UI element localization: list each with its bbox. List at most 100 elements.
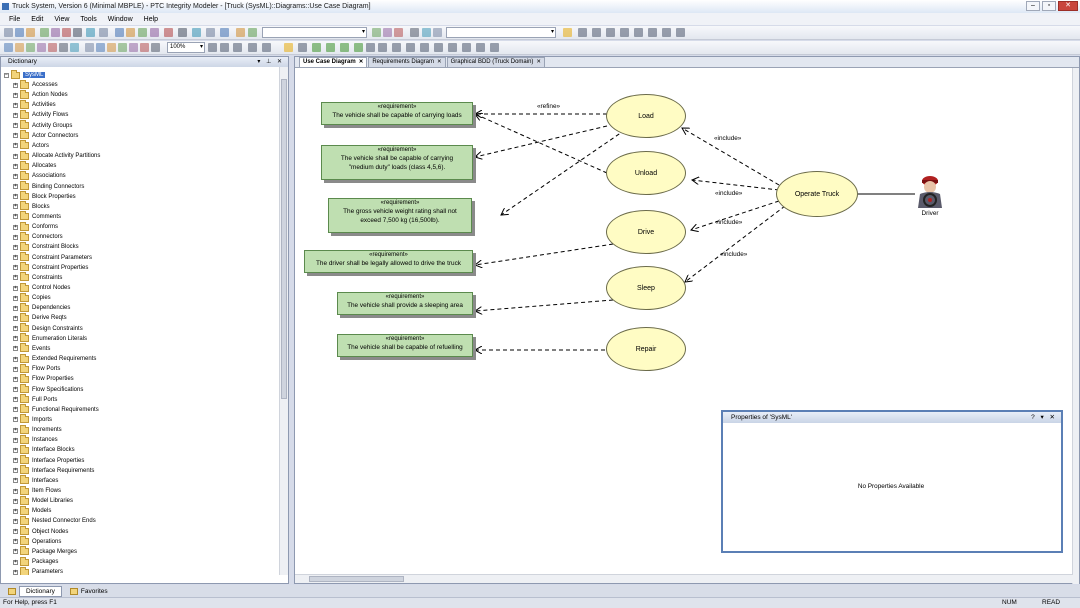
maximize-button[interactable]: ▫ bbox=[1042, 1, 1056, 11]
toolbar-icon[interactable] bbox=[26, 28, 35, 37]
diagram-tool-icon[interactable] bbox=[420, 43, 429, 52]
expand-icon[interactable]: + bbox=[13, 518, 18, 524]
tree-item[interactable]: + Instances bbox=[13, 434, 58, 445]
expand-icon[interactable]: + bbox=[13, 539, 18, 545]
toolbar-combo[interactable]: ▾ bbox=[446, 27, 556, 38]
requirement-box[interactable]: «requirement» The vehicle shall be capab… bbox=[321, 145, 473, 180]
expand-icon[interactable]: + bbox=[13, 305, 18, 311]
diagram-tool-icon[interactable] bbox=[462, 43, 471, 52]
menu-edit[interactable]: Edit bbox=[31, 16, 43, 23]
tree-item[interactable]: + Constraint Blocks bbox=[13, 241, 79, 252]
expand-icon[interactable]: + bbox=[13, 194, 18, 200]
toolbar-icon[interactable] bbox=[178, 28, 187, 37]
tree-item[interactable]: + Constraint Properties bbox=[13, 262, 88, 273]
toolbar-icon[interactable] bbox=[383, 28, 392, 37]
expand-icon[interactable]: + bbox=[13, 92, 18, 98]
expand-icon[interactable]: + bbox=[13, 173, 18, 179]
expand-icon[interactable]: + bbox=[13, 346, 18, 352]
drawing-tool-icon[interactable] bbox=[563, 28, 572, 37]
diagram-tool-icon[interactable] bbox=[312, 43, 321, 52]
diagram-tool-icon[interactable] bbox=[248, 43, 257, 52]
expand-icon[interactable]: + bbox=[13, 559, 18, 565]
tree-item[interactable]: + Block Properties bbox=[13, 191, 76, 202]
collapse-icon[interactable]: − bbox=[4, 72, 9, 78]
toolbar-icon[interactable] bbox=[37, 43, 46, 52]
tab-use-case-diagram[interactable]: Use Case Diagram ✕ bbox=[299, 57, 368, 67]
tab-favorites[interactable]: Favorites bbox=[81, 587, 108, 596]
expand-icon[interactable]: + bbox=[13, 275, 18, 281]
toolbar-icon[interactable] bbox=[433, 28, 442, 37]
diagram-vscroll[interactable] bbox=[1072, 68, 1079, 584]
toolbar-icon[interactable] bbox=[206, 28, 215, 37]
toolbar-icon[interactable] bbox=[85, 43, 94, 52]
requirement-box[interactable]: «requirement» The gross vehicle weight r… bbox=[328, 198, 472, 233]
tree-item[interactable]: + Model Libraries bbox=[13, 495, 73, 506]
diagram-tool-icon[interactable] bbox=[392, 43, 401, 52]
toolbar-icon[interactable] bbox=[73, 28, 82, 37]
tree-item[interactable]: + Interfaces bbox=[13, 475, 58, 486]
toolbar-icon[interactable] bbox=[220, 28, 229, 37]
expand-icon[interactable]: + bbox=[13, 508, 18, 514]
usecase-drive[interactable]: Drive bbox=[606, 210, 686, 254]
toolbar-icon[interactable] bbox=[4, 28, 13, 37]
tree-item[interactable]: + Imports bbox=[13, 414, 52, 425]
tab-graphical-bdd[interactable]: Graphical BDD (Truck Domain) ✕ bbox=[446, 57, 546, 67]
expand-icon[interactable]: + bbox=[13, 529, 18, 535]
expand-icon[interactable]: + bbox=[13, 417, 18, 423]
toolbar-icon[interactable] bbox=[422, 28, 431, 37]
expand-icon[interactable]: + bbox=[13, 102, 18, 108]
expand-icon[interactable]: + bbox=[13, 336, 18, 342]
expand-icon[interactable]: + bbox=[13, 468, 18, 474]
expand-icon[interactable]: + bbox=[13, 427, 18, 433]
requirement-box[interactable]: «requirement» The vehicle shall be capab… bbox=[337, 334, 473, 357]
tree-item[interactable]: + Blocks bbox=[13, 201, 50, 212]
tree-item[interactable]: + Actors bbox=[13, 140, 49, 151]
diagram-tool-icon[interactable] bbox=[262, 43, 271, 52]
expand-icon[interactable]: + bbox=[13, 397, 18, 403]
diagram-tool-icon[interactable] bbox=[434, 43, 443, 52]
toolbar-icon[interactable] bbox=[248, 28, 257, 37]
toolbar-icon[interactable] bbox=[236, 28, 245, 37]
toolbar-icon[interactable] bbox=[62, 28, 71, 37]
tree-item[interactable]: + Activity Groups bbox=[13, 120, 72, 131]
usecase-unload[interactable]: Unload bbox=[606, 151, 686, 195]
menu-window[interactable]: Window bbox=[108, 16, 133, 23]
expand-icon[interactable]: + bbox=[13, 498, 18, 504]
expand-icon[interactable]: + bbox=[13, 184, 18, 189]
menu-file[interactable]: File bbox=[9, 16, 20, 23]
refine-connector[interactable] bbox=[475, 299, 614, 311]
diagram-tool-icon[interactable] bbox=[284, 43, 293, 52]
diagram-tool-icon[interactable] bbox=[233, 43, 242, 52]
menu-tools[interactable]: Tools bbox=[80, 16, 96, 23]
tree-item[interactable]: + Accesses bbox=[13, 79, 58, 90]
drawing-tool-icon[interactable] bbox=[676, 28, 685, 37]
tree-item[interactable]: + Constraint Parameters bbox=[13, 252, 92, 263]
toolbar-icon[interactable] bbox=[372, 28, 381, 37]
drawing-tool-icon[interactable] bbox=[648, 28, 657, 37]
tree-item[interactable]: + Derive Reqts bbox=[13, 312, 67, 323]
zoom-combo[interactable]: 100% ▾ bbox=[167, 42, 205, 53]
tree-item[interactable]: + Object Nodes bbox=[13, 526, 68, 537]
diagram-tool-icon[interactable] bbox=[220, 43, 229, 52]
diagram-tool-icon[interactable] bbox=[490, 43, 499, 52]
tree-item[interactable]: + Flow Ports bbox=[13, 363, 60, 374]
tree-item[interactable]: + Conforms bbox=[13, 221, 58, 232]
toolbar-icon[interactable] bbox=[40, 28, 49, 37]
expand-icon[interactable]: + bbox=[13, 234, 18, 240]
tree-item[interactable]: + Comments bbox=[13, 211, 61, 222]
close-button[interactable]: ✕ bbox=[1058, 1, 1078, 11]
expand-icon[interactable]: + bbox=[13, 437, 18, 443]
expand-icon[interactable]: + bbox=[13, 356, 18, 362]
drawing-tool-icon[interactable] bbox=[606, 28, 615, 37]
expand-icon[interactable]: + bbox=[13, 204, 18, 210]
toolbar-icon[interactable] bbox=[129, 43, 138, 52]
expand-icon[interactable]: + bbox=[13, 407, 18, 413]
tree-item[interactable]: + Events bbox=[13, 343, 50, 354]
tab-dictionary[interactable]: Dictionary bbox=[19, 585, 62, 597]
refine-connector[interactable] bbox=[475, 114, 608, 174]
drawing-tool-icon[interactable] bbox=[620, 28, 629, 37]
toolbar-combo[interactable]: ▾ bbox=[262, 27, 367, 38]
toolbar-icon[interactable] bbox=[394, 28, 403, 37]
expand-icon[interactable]: + bbox=[13, 163, 18, 169]
toolbar-icon[interactable] bbox=[15, 43, 24, 52]
